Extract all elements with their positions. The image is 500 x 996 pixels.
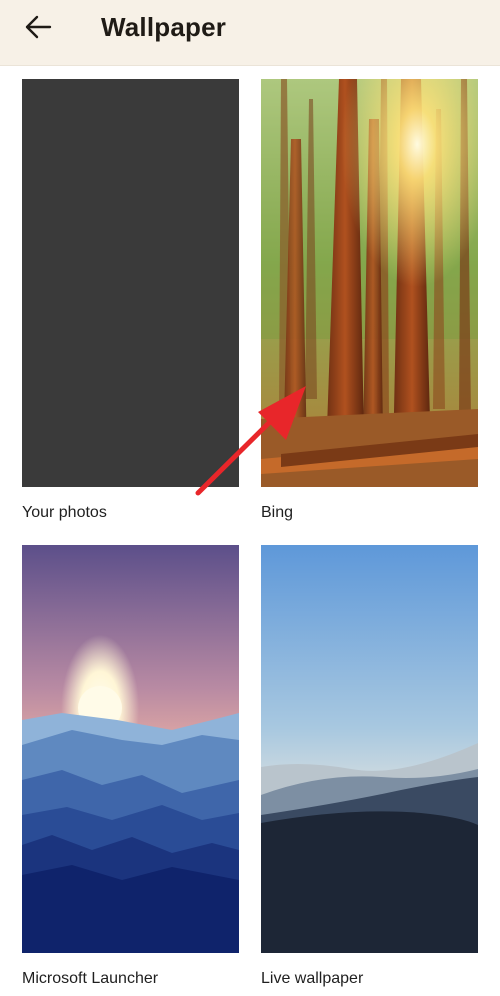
page-title: Wallpaper: [101, 12, 227, 42]
microsoft-launcher-label: Microsoft Launcher: [22, 970, 159, 987]
live-wallpaper-label: Live wallpaper: [261, 970, 364, 987]
bing-forest-image: [261, 79, 478, 487]
microsoft-launcher-mountain-image: [22, 545, 239, 953]
microsoft-launcher-tile[interactable]: [22, 545, 239, 953]
your-photos-tile[interactable]: [22, 79, 239, 487]
live-wallpaper-tile[interactable]: [261, 545, 478, 953]
app-bar: Wallpaper: [0, 0, 500, 66]
bing-tile[interactable]: [261, 79, 478, 487]
your-photos-label: Your photos: [22, 504, 107, 521]
live-wallpaper-hills-image: [261, 545, 478, 953]
arrow-left-icon: [24, 15, 52, 44]
bing-label: Bing: [261, 504, 294, 521]
back-button[interactable]: [14, 9, 62, 49]
